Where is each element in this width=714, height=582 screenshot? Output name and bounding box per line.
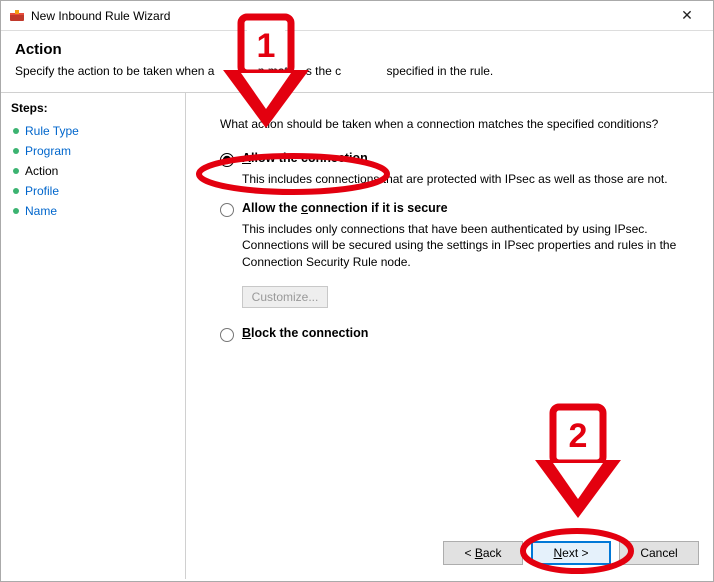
back-button[interactable]: < Back (443, 541, 523, 565)
option-allow-secure[interactable]: Allow the connection if it is secure (220, 201, 687, 217)
bullet-icon (13, 168, 19, 174)
next-button[interactable]: Next > (531, 541, 611, 565)
step-label: Name (25, 204, 57, 218)
step-label: Profile (25, 184, 59, 198)
firewall-icon (9, 8, 25, 24)
option-label: Allow the connection (242, 151, 368, 165)
close-icon: ✕ (681, 7, 693, 24)
option-label: Block the connection (242, 326, 368, 340)
step-rule-type[interactable]: Rule Type (11, 121, 175, 141)
step-program[interactable]: Program (11, 141, 175, 161)
step-action[interactable]: Action (11, 161, 175, 181)
page-title: Action (15, 41, 699, 58)
bullet-icon (13, 208, 19, 214)
customize-button: Customize... (242, 286, 328, 308)
steps-heading: Steps: (11, 101, 175, 115)
radio-block[interactable] (220, 328, 234, 342)
option-desc: This includes connections that are prote… (242, 171, 682, 187)
steps-sidebar: Steps: Rule Type Program Action Profile … (1, 93, 186, 579)
cancel-button[interactable]: Cancel (619, 541, 699, 565)
bullet-icon (13, 188, 19, 194)
option-allow-connection[interactable]: Allow the connection (220, 151, 687, 167)
bullet-icon (13, 128, 19, 134)
step-profile[interactable]: Profile (11, 181, 175, 201)
option-block-connection[interactable]: Block the connection (220, 326, 687, 342)
step-label: Rule Type (25, 124, 79, 138)
option-label: Allow the connection if it is secure (242, 201, 448, 215)
step-label: Action (25, 164, 58, 178)
bullet-icon (13, 148, 19, 154)
action-prompt: What action should be taken when a conne… (220, 117, 687, 131)
titlebar: New Inbound Rule Wizard ✕ (1, 1, 713, 31)
option-desc: This includes only connections that have… (242, 221, 682, 270)
window-title: New Inbound Rule Wizard (31, 9, 667, 23)
step-name[interactable]: Name (11, 201, 175, 221)
radio-allow-secure[interactable] (220, 203, 234, 217)
radio-allow[interactable] (220, 153, 234, 167)
page-subtitle: Specify the action to be taken when a n … (15, 64, 699, 78)
step-label: Program (25, 144, 71, 158)
content-pane: What action should be taken when a conne… (186, 93, 713, 579)
wizard-header: Action Specify the action to be taken wh… (1, 31, 713, 93)
close-button[interactable]: ✕ (667, 2, 707, 30)
wizard-footer: < Back Next > Cancel (443, 541, 699, 565)
